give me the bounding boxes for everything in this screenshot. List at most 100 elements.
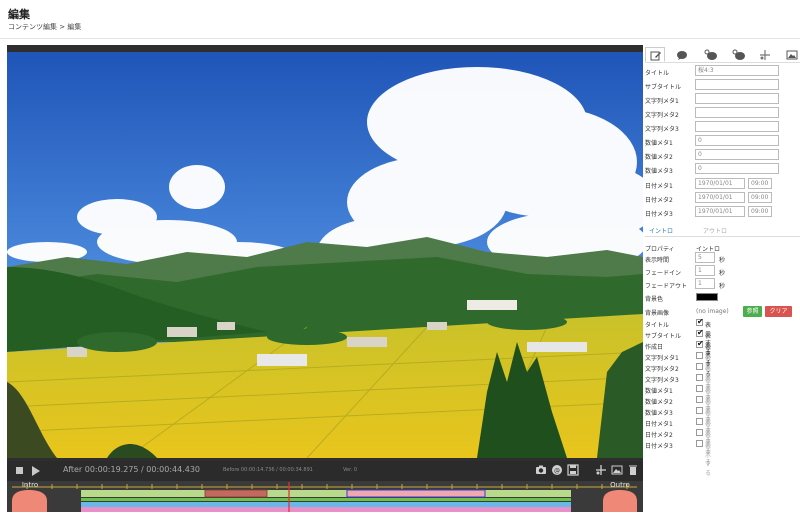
checkbox[interactable] xyxy=(696,317,704,326)
checkbox[interactable] xyxy=(696,363,703,370)
check-label: 文字列メタ3 xyxy=(645,377,679,384)
page-header: 編集 コンテンツ編集 > 編集 xyxy=(0,0,800,40)
check-label: 数値メタ3 xyxy=(645,410,673,417)
cut-icon[interactable] xyxy=(595,464,607,476)
property-label: プロパティ xyxy=(645,246,675,253)
panel-tabs xyxy=(645,45,800,63)
tab-intro[interactable]: イントロ xyxy=(649,226,673,235)
string-meta-3-input[interactable] xyxy=(695,121,779,132)
caption-track[interactable] xyxy=(81,502,571,507)
header-divider xyxy=(0,38,800,39)
display-time-unit: 秒 xyxy=(719,257,726,264)
number-meta-2-input[interactable]: 0 xyxy=(695,149,779,160)
field-label: 数値メタ2 xyxy=(645,154,673,161)
number-meta-1-input[interactable]: 0 xyxy=(695,135,779,146)
video-track[interactable] xyxy=(81,490,571,497)
caption-plus-icon xyxy=(704,49,717,60)
field-label: 日付メタ2 xyxy=(645,197,673,204)
tab-caption-remove[interactable] xyxy=(728,47,748,62)
video-preview[interactable] xyxy=(7,52,643,458)
badge-icon[interactable]: @ xyxy=(551,464,563,476)
tab-cut[interactable] xyxy=(755,47,775,62)
check-label: 作成日 xyxy=(645,344,664,351)
player-controls: After 00:00:19.275 / 00:00:44.430 Before… xyxy=(7,461,643,481)
stop-icon[interactable] xyxy=(16,467,23,474)
clear-button[interactable]: クリア xyxy=(765,306,792,317)
field-label: 文字列メタ2 xyxy=(645,112,679,119)
page-title: 編集 xyxy=(8,8,30,21)
fade-out-input[interactable]: 1 xyxy=(695,278,715,289)
properties-panel: タイトル 桜4:3 サブタイトル 文字列メタ1 文字列メタ2 文字列メタ3 数値… xyxy=(645,45,800,515)
bg-color-swatch[interactable] xyxy=(696,293,718,301)
outro-block[interactable] xyxy=(603,490,637,512)
tab-image[interactable] xyxy=(782,47,800,62)
field-label: 文字列メタ1 xyxy=(645,98,679,105)
save-icon[interactable] xyxy=(567,464,579,476)
date-meta-2-date[interactable]: 1970/01/01 xyxy=(695,192,745,203)
number-meta-3-input[interactable]: 0 xyxy=(695,163,779,174)
checkbox[interactable] xyxy=(696,407,703,414)
tab-outro[interactable]: アウトロ xyxy=(703,226,727,235)
breadcrumb[interactable]: コンテンツ編集 > 編集 xyxy=(8,22,81,32)
date-meta-1-time[interactable]: 09:00 xyxy=(748,178,772,189)
check-label: 文字列メタ1 xyxy=(645,355,679,362)
checkbox[interactable] xyxy=(696,418,703,425)
check-label: 数値メタ2 xyxy=(645,399,673,406)
date-meta-2-time[interactable]: 09:00 xyxy=(748,192,772,203)
date-meta-3-time[interactable]: 09:00 xyxy=(748,206,772,217)
checkbox[interactable] xyxy=(696,429,703,436)
checkbox[interactable] xyxy=(696,352,703,359)
version-label: Ver. 0 xyxy=(343,467,358,473)
tab-caption[interactable] xyxy=(672,47,692,62)
clip-highlight[interactable] xyxy=(346,489,486,498)
check-label: タイトル xyxy=(645,322,670,329)
play-icon[interactable] xyxy=(32,466,40,476)
field-label: 数値メタ3 xyxy=(645,168,673,175)
bg-image-label: 背景画像 xyxy=(645,310,670,317)
outro-label: Outro xyxy=(610,481,630,489)
field-label: 日付メタ3 xyxy=(645,211,673,218)
image-icon xyxy=(786,50,798,60)
fade-in-input[interactable]: 1 xyxy=(695,265,715,276)
fade-in-label: フェードイン xyxy=(645,270,682,277)
checkbox[interactable] xyxy=(696,328,704,337)
current-time: After 00:00:19.275 / 00:00:44.430 xyxy=(63,465,201,474)
checkbox[interactable] xyxy=(696,396,703,403)
string-meta-2-input[interactable] xyxy=(695,107,779,118)
tab-edit[interactable] xyxy=(645,47,665,62)
intro-block[interactable] xyxy=(12,490,47,512)
field-label: 数値メタ1 xyxy=(645,140,673,147)
image-icon[interactable] xyxy=(611,464,623,476)
field-label: サブタイトル xyxy=(645,84,682,91)
clip-selected[interactable] xyxy=(204,489,268,498)
show-label: 表示する xyxy=(705,443,712,477)
date-meta-3-date[interactable]: 1970/01/01 xyxy=(695,206,745,217)
camera-icon[interactable] xyxy=(535,464,547,476)
cut-icon xyxy=(760,50,770,60)
audio-track[interactable] xyxy=(81,498,571,501)
display-time-label: 表示時間 xyxy=(645,257,670,264)
checkbox[interactable] xyxy=(696,385,703,392)
field-label: 日付メタ1 xyxy=(645,183,673,190)
checkbox[interactable] xyxy=(696,374,703,381)
caption-minus-icon xyxy=(732,49,745,60)
trash-icon[interactable] xyxy=(627,464,639,476)
subtitle-input[interactable] xyxy=(695,79,779,90)
video-editor: After 00:00:19.275 / 00:00:44.430 Before… xyxy=(7,45,643,512)
image-track[interactable] xyxy=(81,507,571,512)
fade-out-label: フェードアウト xyxy=(645,283,688,290)
timeline[interactable]: Intro Outro xyxy=(7,481,643,512)
check-label: 文字列メタ2 xyxy=(645,366,679,373)
date-meta-1-date[interactable]: 1970/01/01 xyxy=(695,178,745,189)
checkbox[interactable] xyxy=(696,339,704,348)
svg-text:@: @ xyxy=(554,467,560,474)
title-input[interactable]: 桜4:3 xyxy=(695,65,779,76)
checkbox[interactable] xyxy=(696,440,703,447)
tab-caption-add[interactable] xyxy=(700,47,720,62)
string-meta-1-input[interactable] xyxy=(695,93,779,104)
edit-icon xyxy=(650,51,661,61)
before-time: Before 00:00:14.736 / 00:00:34.891 xyxy=(223,467,313,473)
display-time-input[interactable]: 5 xyxy=(695,252,715,263)
browse-button[interactable]: 参照 xyxy=(743,306,762,317)
bg-image-value: (no image) xyxy=(696,308,729,315)
